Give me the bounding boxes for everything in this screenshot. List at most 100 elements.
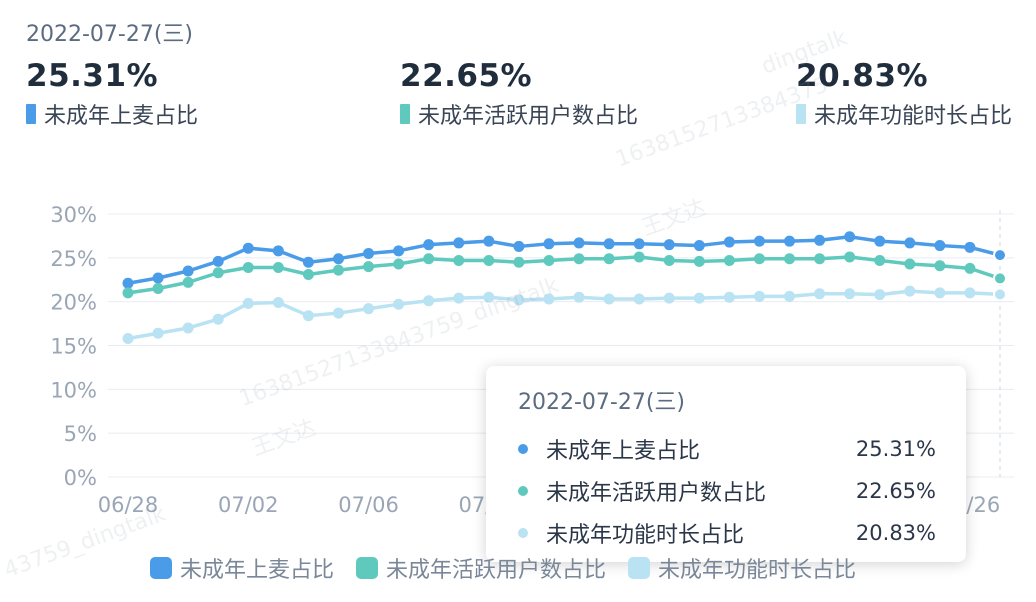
data-point[interactable] <box>272 261 284 273</box>
data-point[interactable] <box>152 283 164 295</box>
data-point[interactable] <box>603 293 615 305</box>
data-point[interactable] <box>122 287 134 299</box>
data-point[interactable] <box>814 234 826 246</box>
data-point[interactable] <box>844 251 856 263</box>
data-point[interactable] <box>212 313 224 325</box>
data-point[interactable] <box>693 255 705 267</box>
data-point[interactable] <box>814 288 826 300</box>
data-point[interactable] <box>904 237 916 249</box>
data-point[interactable] <box>543 293 555 305</box>
data-point[interactable] <box>753 235 765 247</box>
data-point[interactable] <box>964 287 976 299</box>
data-point[interactable] <box>663 292 675 304</box>
y-tick-label: 0% <box>64 466 97 490</box>
data-point[interactable] <box>603 253 615 265</box>
data-point[interactable] <box>453 254 465 266</box>
data-point[interactable] <box>723 236 735 248</box>
data-point[interactable] <box>182 265 194 277</box>
data-point[interactable] <box>513 294 525 306</box>
data-point[interactable] <box>393 298 405 310</box>
data-point[interactable] <box>453 237 465 249</box>
data-point[interactable] <box>964 241 976 253</box>
data-point[interactable] <box>483 235 495 247</box>
data-point[interactable] <box>302 310 314 322</box>
data-point[interactable] <box>993 271 1007 286</box>
data-point[interactable] <box>693 240 705 252</box>
data-point[interactable] <box>904 258 916 270</box>
data-point[interactable] <box>423 295 435 307</box>
data-point[interactable] <box>753 290 765 302</box>
data-point[interactable] <box>212 267 224 279</box>
data-point[interactable] <box>302 268 314 280</box>
data-point[interactable] <box>784 253 796 265</box>
data-point[interactable] <box>844 288 856 300</box>
data-point[interactable] <box>152 327 164 339</box>
tooltip-series-name: 未成年上麦占比 <box>546 439 701 464</box>
data-point[interactable] <box>693 292 705 304</box>
data-point[interactable] <box>964 262 976 274</box>
data-point[interactable] <box>723 291 735 303</box>
data-point[interactable] <box>122 277 134 289</box>
data-point[interactable] <box>332 264 344 276</box>
data-point[interactable] <box>272 245 284 257</box>
data-point[interactable] <box>934 287 946 299</box>
data-point[interactable] <box>363 247 375 259</box>
data-point[interactable] <box>603 238 615 250</box>
data-point[interactable] <box>663 239 675 251</box>
data-point[interactable] <box>152 272 164 284</box>
data-point[interactable] <box>423 253 435 265</box>
data-point[interactable] <box>272 297 284 309</box>
legend-label: 未成年功能时长占比 <box>658 558 857 583</box>
data-point[interactable] <box>633 238 645 250</box>
tooltip-series-value: 20.83% <box>855 521 936 545</box>
legend-swatch <box>356 557 379 579</box>
data-point[interactable] <box>423 239 435 251</box>
data-point[interactable] <box>573 253 585 265</box>
data-point[interactable] <box>814 253 826 265</box>
data-point[interactable] <box>453 292 465 304</box>
data-point[interactable] <box>363 303 375 315</box>
data-point[interactable] <box>393 258 405 270</box>
data-point[interactable] <box>874 235 886 247</box>
data-point[interactable] <box>633 251 645 263</box>
data-point[interactable] <box>513 256 525 268</box>
legend-item-duration-ratio[interactable]: 未成年功能时长占比 <box>628 552 856 584</box>
data-point[interactable] <box>784 290 796 302</box>
data-point[interactable] <box>242 242 254 254</box>
legend-item-mic-ratio[interactable]: 未成年上麦占比 <box>150 552 334 584</box>
data-point[interactable] <box>753 253 765 265</box>
data-point[interactable] <box>633 293 645 305</box>
data-point[interactable] <box>573 291 585 303</box>
data-point[interactable] <box>182 276 194 288</box>
data-point[interactable] <box>242 297 254 309</box>
data-point[interactable] <box>332 307 344 319</box>
data-point[interactable] <box>784 235 796 247</box>
data-point[interactable] <box>332 253 344 265</box>
y-tick-label: 15% <box>50 335 97 359</box>
data-point[interactable] <box>182 322 194 334</box>
data-point[interactable] <box>573 237 585 249</box>
data-point[interactable] <box>543 238 555 250</box>
data-point[interactable] <box>483 291 495 303</box>
data-point[interactable] <box>844 231 856 243</box>
data-point[interactable] <box>242 261 254 273</box>
legend-item-active-users-ratio[interactable]: 未成年活跃用户数占比 <box>356 552 606 584</box>
data-point[interactable] <box>543 254 555 266</box>
data-point[interactable] <box>212 255 224 267</box>
data-point[interactable] <box>483 254 495 266</box>
data-point[interactable] <box>393 245 405 257</box>
data-point[interactable] <box>663 254 675 266</box>
data-point[interactable] <box>934 240 946 252</box>
data-point[interactable] <box>993 248 1007 263</box>
data-point[interactable] <box>993 287 1007 302</box>
data-point[interactable] <box>513 240 525 252</box>
data-point[interactable] <box>874 254 886 266</box>
data-point[interactable] <box>302 256 314 268</box>
data-point[interactable] <box>874 289 886 301</box>
data-point[interactable] <box>363 261 375 273</box>
data-point[interactable] <box>122 332 134 344</box>
tooltip-series-name: 未成年功能时长占比 <box>546 523 745 548</box>
data-point[interactable] <box>934 260 946 272</box>
data-point[interactable] <box>723 254 735 266</box>
data-point[interactable] <box>904 285 916 297</box>
